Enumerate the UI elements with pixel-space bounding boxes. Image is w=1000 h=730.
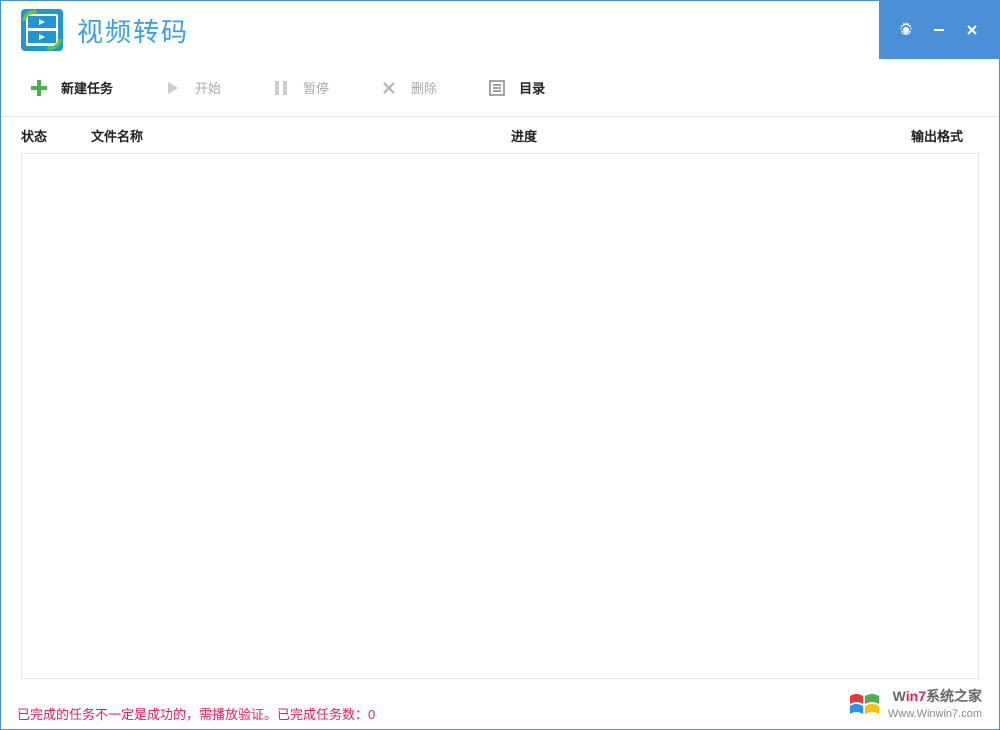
close-icon <box>965 23 979 37</box>
pause-icon <box>271 78 291 98</box>
watermark-text: Win7系统之家 Www.Winwin7.com <box>888 687 982 722</box>
directory-button[interactable]: 目录 <box>487 78 545 98</box>
titlebar: 视频转码 <box>1 1 999 59</box>
column-status: 状态 <box>21 126 91 145</box>
play-icon <box>163 78 183 98</box>
table-body[interactable] <box>21 153 979 679</box>
start-label: 开始 <box>195 78 221 97</box>
delete-icon <box>379 78 399 98</box>
titlebar-controls <box>879 1 999 59</box>
column-filename: 文件名称 <box>91 126 511 145</box>
pause-button[interactable]: 暂停 <box>271 78 329 98</box>
pause-label: 暂停 <box>303 78 329 97</box>
watermark-url: Www.Winwin7.com <box>888 707 982 722</box>
watermark-brand-suffix: 系统之家 <box>926 688 982 704</box>
delete-label: 删除 <box>411 78 437 97</box>
app-title: 视频转码 <box>77 12 189 49</box>
watermark-brand-prefix: W <box>893 688 906 704</box>
minimize-button[interactable] <box>924 15 954 45</box>
watermark: Win7系统之家 Www.Winwin7.com <box>848 687 982 722</box>
delete-button[interactable]: 删除 <box>379 78 437 98</box>
column-output: 输出格式 <box>911 126 979 145</box>
new-task-label: 新建任务 <box>61 78 113 97</box>
minimize-icon <box>932 23 946 37</box>
start-button[interactable]: 开始 <box>163 78 221 98</box>
list-icon <box>487 78 507 98</box>
plus-icon <box>29 78 49 98</box>
settings-button[interactable] <box>891 15 921 45</box>
watermark-brand-highlight: in7 <box>906 688 926 704</box>
table-header: 状态 文件名称 进度 输出格式 <box>1 117 999 153</box>
toolbar: 新建任务 开始 暂停 <box>1 59 999 117</box>
app-window: 视频转码 <box>0 0 1000 730</box>
gear-icon <box>898 22 914 38</box>
column-progress: 进度 <box>511 126 911 145</box>
windows-logo-icon <box>848 688 882 722</box>
app-logo-icon <box>21 9 63 51</box>
close-button[interactable] <box>957 15 987 45</box>
new-task-button[interactable]: 新建任务 <box>29 78 113 98</box>
titlebar-left: 视频转码 <box>1 9 189 51</box>
directory-label: 目录 <box>519 78 545 97</box>
status-message: 已完成的任务不一定是成功的，需播放验证。已完成任务数：0 <box>17 704 375 723</box>
